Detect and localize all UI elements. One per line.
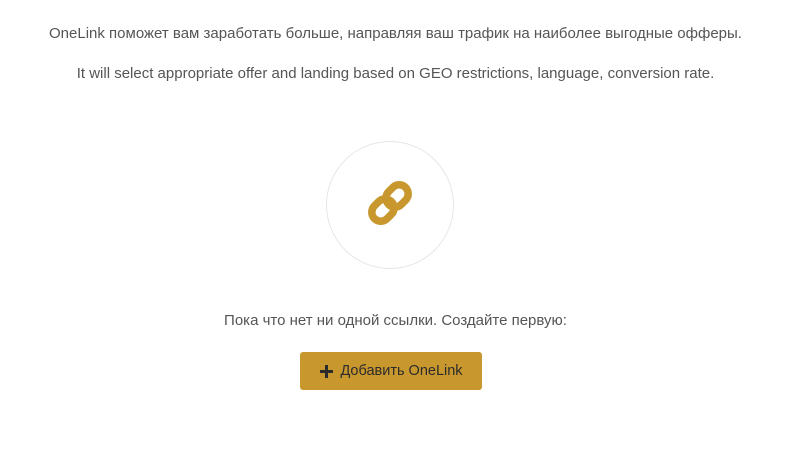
add-onelink-button[interactable]: Добавить OneLink	[300, 352, 482, 390]
intro-text-ru: OneLink поможет вам заработать больше, н…	[49, 25, 742, 42]
plus-icon	[319, 364, 333, 378]
empty-state-message: Пока что нет ни одной ссылки. Создайте п…	[224, 312, 567, 329]
link-icon	[362, 175, 418, 236]
add-onelink-button-label: Добавить OneLink	[340, 363, 463, 379]
intro-text-en: It will select appropriate offer and lan…	[76, 65, 715, 82]
empty-state-icon-circle	[326, 141, 454, 269]
